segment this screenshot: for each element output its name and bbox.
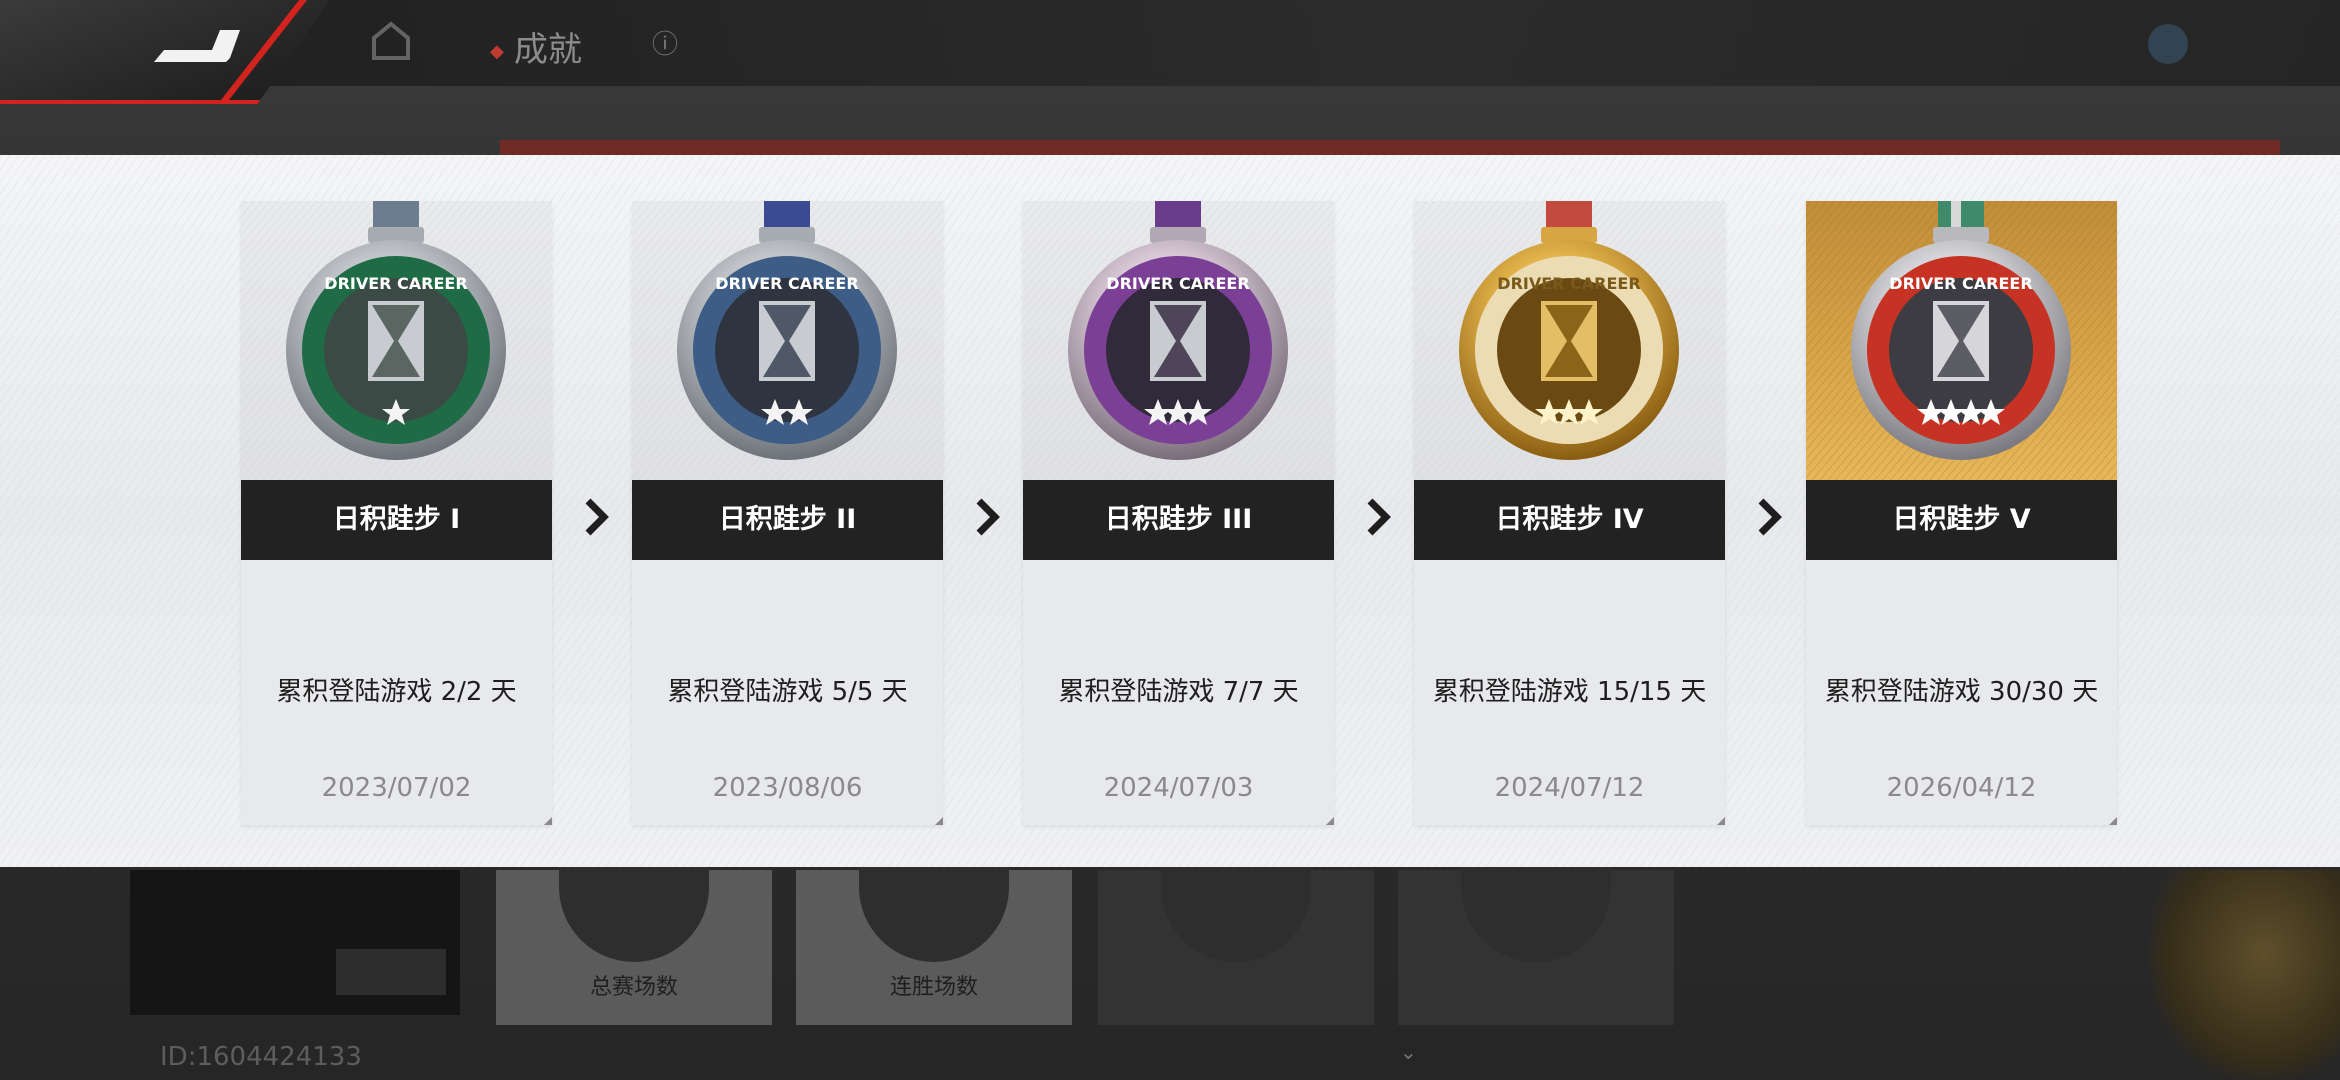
achievement-title: 日积跬步 IV <box>1414 480 1725 560</box>
info-circle-icon[interactable]: ⓘ <box>652 24 678 61</box>
achievement-requirement: 累积登陆游戏 30/30 天 <box>1824 677 2099 707</box>
medal-icon: DRIVER CAREER <box>1068 201 1288 460</box>
profile-panel <box>130 870 460 1015</box>
achievement-requirement: 累积登陆游戏 7/7 天 <box>1058 677 1299 707</box>
achievement-title: 日积跬步 I <box>241 480 552 560</box>
trophy-image <box>2150 870 2340 1080</box>
svg-text:DRIVER CAREER: DRIVER CAREER <box>1889 274 2032 293</box>
player-id: ID:1604424133 <box>160 1042 362 1072</box>
stat-card[interactable]: 连胜场数 <box>796 862 1072 1025</box>
achievement-requirement: 累积登陆游戏 2/2 天 <box>276 677 517 707</box>
svg-text:DRIVER CAREER: DRIVER CAREER <box>715 274 858 293</box>
medal-area: DRIVER CAREER <box>1023 201 1334 480</box>
stat-card-label: 总赛场数 <box>589 975 678 1000</box>
achievement-date: 2024/07/03 <box>1103 773 1254 803</box>
svg-text:DRIVER CAREER: DRIVER CAREER <box>1106 274 1249 293</box>
chevron-right-icon <box>976 498 1000 536</box>
stat-card-label: 连胜场数 <box>889 975 978 1000</box>
achievement-date: 2026/04/12 <box>1886 773 2037 803</box>
achievement-card[interactable]: DRIVER CAREER 日积跬步 IV 累积登陆游戏 15/15 天 202… <box>1414 201 1725 825</box>
medal-area: DRIVER CAREER <box>632 201 943 480</box>
achievement-title: 日积跬步 V <box>1806 480 2117 560</box>
achievement-title: 日积跬步 II <box>632 480 943 560</box>
achievement-card[interactable]: DRIVER CAREER 日积跬步 V 累积登陆游戏 30/30 天 2026… <box>1806 201 2117 825</box>
page-title: ◆ 成就 <box>490 30 582 70</box>
home-icon[interactable] <box>368 18 414 64</box>
achievement-card[interactable]: DRIVER CAREER 日积跬步 I 累积登陆游戏 2/2 天 2023/0… <box>241 201 552 825</box>
svg-text:DRIVER CAREER: DRIVER CAREER <box>1497 274 1640 293</box>
medal-icon: DRIVER CAREER <box>1459 201 1679 460</box>
achievement-requirement: 累积登陆游戏 5/5 天 <box>667 677 908 707</box>
achievement-date: 2023/08/06 <box>712 773 863 803</box>
achievement-date: 2024/07/12 <box>1494 773 1645 803</box>
svg-text:DRIVER CAREER: DRIVER CAREER <box>324 274 467 293</box>
medal-icon: DRIVER CAREER <box>1851 201 2071 460</box>
user-icon[interactable] <box>2148 24 2188 64</box>
chevron-down-icon[interactable]: ⌄ <box>1400 1040 1417 1064</box>
top-bar <box>0 0 2340 86</box>
achievement-title: 日积跬步 III <box>1023 480 1334 560</box>
stat-card[interactable]: 总赛场数 <box>496 862 772 1025</box>
chevron-right-icon <box>1367 498 1391 536</box>
achievement-date: 2023/07/02 <box>321 773 472 803</box>
medal-icon: DRIVER CAREER <box>677 201 897 460</box>
medal-area: DRIVER CAREER <box>1806 201 2117 480</box>
achievement-requirement: 累积登陆游戏 15/15 天 <box>1432 677 1707 707</box>
medal-icon: DRIVER CAREER <box>286 201 506 460</box>
achievement-card[interactable]: DRIVER CAREER 日积跬步 III 累积登陆游戏 7/7 天 2024… <box>1023 201 1334 825</box>
back-arrow-icon[interactable] <box>150 22 250 66</box>
medal-area: DRIVER CAREER <box>1414 201 1725 480</box>
panel-button[interactable] <box>336 949 446 995</box>
medal-area: DRIVER CAREER <box>241 201 552 480</box>
achievement-modal[interactable]: DRIVER CAREER 日积跬步 I 累积登陆游戏 2/2 天 2023/0… <box>0 155 2340 867</box>
achievement-card[interactable]: DRIVER CAREER 日积跬步 II 累积登陆游戏 5/5 天 2023/… <box>632 201 943 825</box>
chevron-right-icon <box>1758 498 1782 536</box>
stat-card[interactable] <box>1398 862 1674 1025</box>
chevron-right-icon <box>585 498 609 536</box>
stat-card[interactable] <box>1098 862 1374 1025</box>
